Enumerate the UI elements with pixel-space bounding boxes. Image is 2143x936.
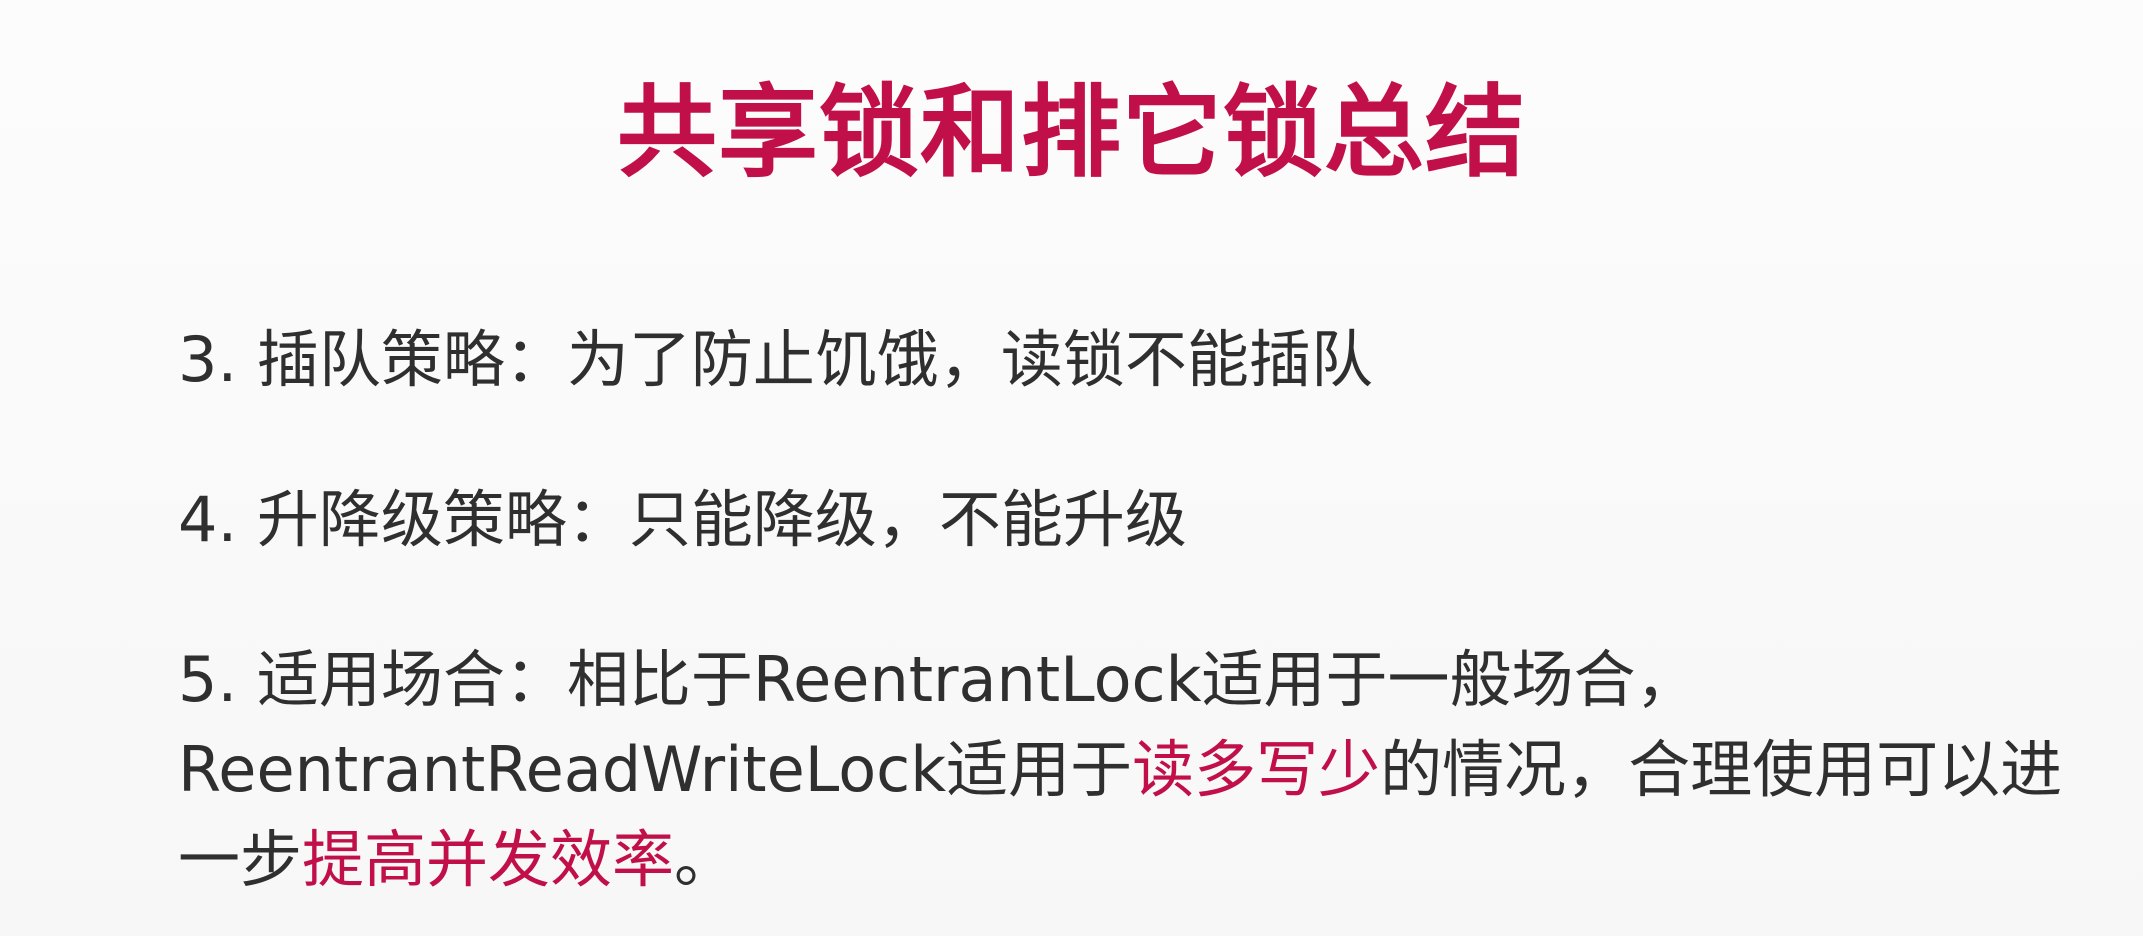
- point-5-line-1: 5. 适用场合：相比于ReentrantLock适用于一般场合，: [178, 642, 1698, 716]
- point-5-line-3-pre: 一步: [178, 822, 303, 896]
- slide-content: 3. 插队策略：为了防止饥饿，读锁不能插队 4. 升降级策略：只能降级，不能升级…: [178, 315, 2103, 904]
- point-4: 4. 升降级策略：只能降级，不能升级: [178, 482, 1187, 556]
- point-5-line-2-pre: ReentrantReadWriteLock适用于: [178, 732, 1133, 806]
- point-3: 3. 插队策略：为了防止饥饿，读锁不能插队: [178, 323, 1373, 396]
- point-5-line-3-post: 。: [674, 822, 737, 896]
- highlight-read-heavy: 读多写少: [1132, 732, 1381, 806]
- point-5: 5. 适用场合：相比于ReentrantLock适用于一般场合， Reentra…: [178, 635, 2103, 905]
- point-5-line-2-post: 的情况，合理使用可以进: [1380, 732, 2063, 806]
- point-5-line-2: ReentrantReadWriteLock适用于读多写少的情况，合理使用可以进: [178, 725, 2103, 815]
- highlight-efficiency: 提高并发效率: [302, 822, 675, 896]
- slide: 共享锁和排它锁总结 3. 插队策略：为了防止饥饿，读锁不能插队 4. 升降级策略…: [0, 0, 2143, 936]
- point-5-line-3: 一步提高并发效率。: [178, 815, 2103, 905]
- slide-title: 共享锁和排它锁总结: [617, 74, 1526, 191]
